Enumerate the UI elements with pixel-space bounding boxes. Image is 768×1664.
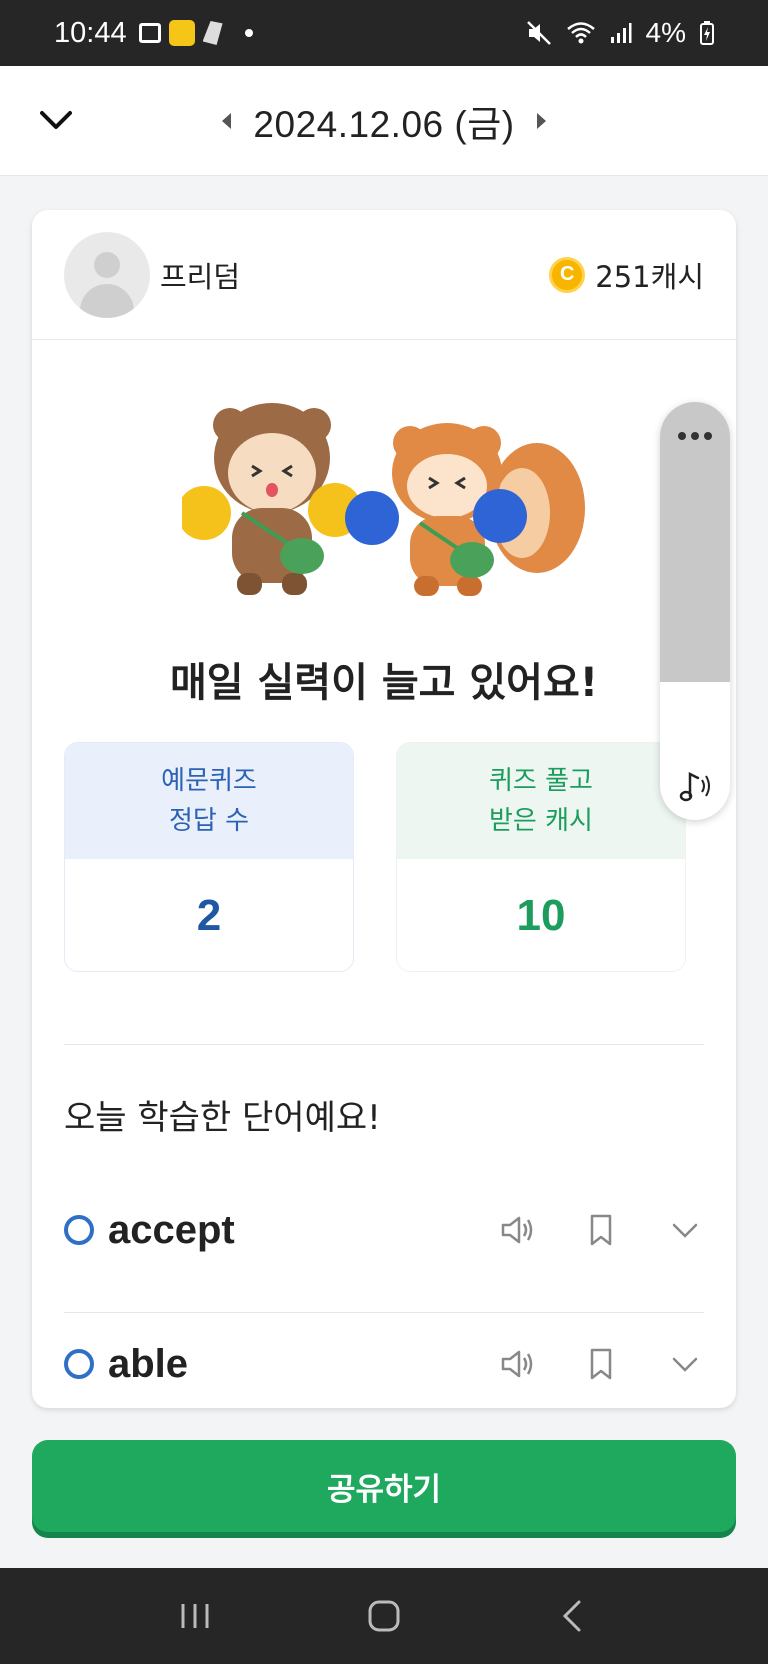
speaker-icon[interactable]	[498, 1211, 536, 1249]
notification-icons	[138, 20, 253, 46]
scroller-handle[interactable]	[660, 402, 730, 682]
cash-amount: 251캐시	[595, 259, 704, 294]
chevron-down-icon[interactable]	[666, 1211, 704, 1249]
current-date: 2024.12.06 (금)	[253, 104, 515, 145]
word-actions	[498, 1211, 704, 1249]
word-status-circle-icon	[64, 1215, 94, 1245]
avatar	[64, 231, 150, 318]
word-status-circle-icon	[64, 1349, 94, 1379]
coin-icon: C	[549, 256, 586, 293]
quiz-stat-label-line1: 예문퀴즈	[161, 766, 257, 796]
previous-date-arrow-icon[interactable]	[222, 113, 232, 129]
chevron-down-icon[interactable]	[666, 1345, 704, 1383]
signal-icon	[610, 23, 632, 43]
floating-audio-scroller[interactable]	[660, 402, 730, 820]
cash-balance: C 251캐시	[549, 254, 704, 296]
learned-words-title: 오늘 학습한 단어예요!	[64, 1098, 381, 1138]
word-divider	[64, 1312, 704, 1313]
date-navigator: 2024.12.06 (금)	[0, 94, 768, 148]
bookmark-icon[interactable]	[582, 1211, 620, 1249]
section-divider	[64, 1044, 704, 1045]
recent-apps-icon[interactable]	[175, 1596, 215, 1636]
battery-percent: 4%	[645, 17, 686, 48]
word-text: able	[108, 1341, 189, 1386]
share-button[interactable]: 공유하기	[32, 1440, 736, 1532]
music-note-sound-icon[interactable]	[676, 766, 716, 806]
date-header: 2024.12.06 (금)	[0, 66, 768, 176]
username: 프리덤	[160, 259, 241, 294]
app-notification-icon	[168, 20, 195, 46]
status-bar: 10:44 4%	[0, 0, 768, 66]
cash-stat-label-line2: 받은 캐시	[489, 806, 593, 836]
mute-icon	[526, 21, 551, 45]
more-options-icon[interactable]	[678, 432, 712, 682]
word-text: accept	[108, 1207, 235, 1252]
home-icon[interactable]	[364, 1596, 404, 1636]
battery-charging-icon	[700, 21, 714, 45]
quiz-correct-count: 2	[196, 891, 222, 940]
word-actions	[498, 1345, 704, 1383]
gallery-notification-icon	[138, 23, 161, 43]
word-row[interactable]: accept	[64, 1180, 704, 1280]
back-icon[interactable]	[553, 1596, 593, 1636]
quiz-earned-cash-box: 퀴즈 풀고 받은 캐시 10	[396, 742, 686, 972]
more-notifications-dot-icon	[244, 29, 253, 37]
profile-row: 프리덤 C 251캐시	[32, 210, 736, 340]
daily-report-card: 프리덤 C 251캐시 매일 실력이 늘고 있어요! 예문퀴즈 정답 수 2 퀴…	[32, 210, 736, 1408]
misc-notification-icon	[202, 21, 223, 45]
word-row[interactable]: able	[64, 1314, 704, 1408]
cash-stat-label-line1: 퀴즈 풀고	[489, 766, 593, 796]
quiz-earned-cash: 10	[516, 891, 566, 940]
speaker-icon[interactable]	[498, 1345, 536, 1383]
system-navigation-bar	[0, 1568, 768, 1664]
quiz-stat-label-line2: 정답 수	[168, 806, 250, 836]
bookmark-icon[interactable]	[582, 1345, 620, 1383]
next-date-arrow-icon[interactable]	[536, 113, 546, 129]
encouragement-headline: 매일 실력이 늘고 있어요!	[169, 660, 599, 706]
status-time: 10:44	[54, 16, 127, 49]
wifi-icon	[566, 22, 595, 44]
system-status-icons: 4%	[526, 17, 714, 49]
cheering-mascots-illustration	[182, 403, 585, 596]
quiz-correct-count-box: 예문퀴즈 정답 수 2	[64, 742, 354, 972]
